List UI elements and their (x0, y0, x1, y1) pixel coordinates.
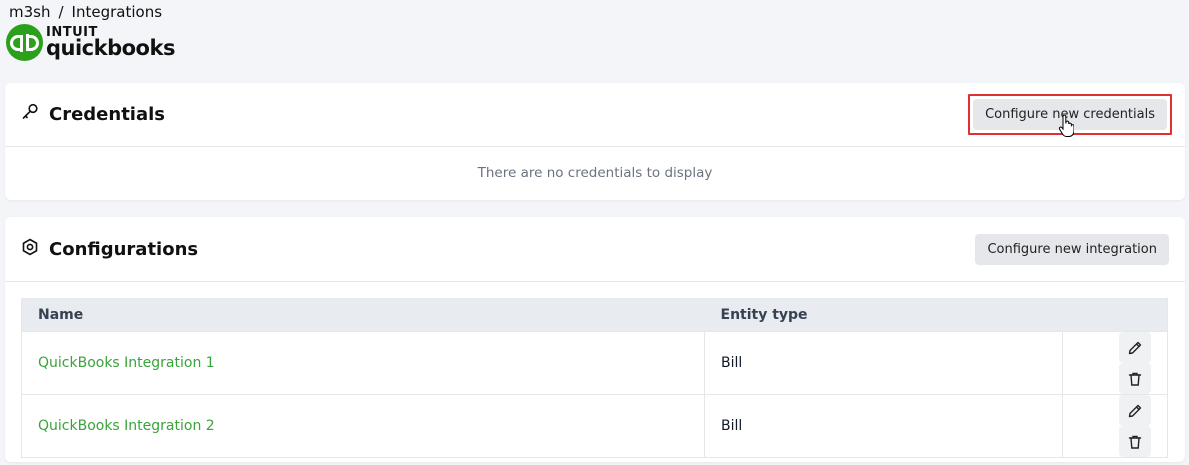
quickbooks-logo-icon (6, 24, 43, 61)
column-header-name: Name (21, 298, 705, 332)
credentials-empty-message: There are no credentials to display (477, 165, 713, 181)
credentials-title: Credentials (49, 104, 166, 125)
integration-name-link[interactable]: QuickBooks Integration 1 (38, 355, 215, 371)
hand-cursor-icon (1058, 114, 1075, 141)
configure-credentials-highlight: Configure new credentials (968, 94, 1172, 137)
pencil-icon (1128, 341, 1142, 354)
delete-button[interactable] (1119, 426, 1151, 457)
entity-type-cell: Bill (704, 331, 1063, 395)
key-icon (21, 103, 39, 126)
configurations-header: Configurations Configure new integration (5, 217, 1185, 282)
edit-button[interactable] (1119, 332, 1151, 363)
column-header-actions (1062, 298, 1168, 332)
breadcrumb-org[interactable]: m3sh (9, 3, 50, 21)
column-header-entity-type: Entity type (704, 298, 1063, 332)
configurations-table: Name Entity type QuickBooks Integration … (21, 298, 1168, 458)
table-row: QuickBooks Integration 1 Bill (21, 331, 1168, 395)
quickbooks-logo: INTUIT quickbooks (6, 24, 175, 61)
breadcrumb: m3sh / Integrations (9, 3, 162, 21)
logo-quickbooks-text: quickbooks (46, 36, 175, 60)
configurations-title: Configurations (49, 238, 199, 260)
credentials-card: Credentials Configure new credentials Th… (5, 83, 1185, 200)
edit-button[interactable] (1119, 395, 1151, 426)
configure-integration-button[interactable]: Configure new integration (975, 233, 1169, 265)
credentials-header: Credentials Configure new credentials (5, 83, 1185, 147)
entity-type-cell: Bill (704, 394, 1063, 458)
integration-name-link[interactable]: QuickBooks Integration 2 (38, 418, 215, 434)
hexagon-settings-icon (21, 238, 39, 261)
table-header-row: Name Entity type (21, 298, 1168, 332)
delete-button[interactable] (1119, 363, 1151, 394)
trash-icon (1128, 372, 1142, 386)
pencil-icon (1128, 404, 1142, 417)
breadcrumb-separator: / (58, 3, 64, 21)
table-row: QuickBooks Integration 2 Bill (21, 394, 1168, 458)
trash-icon (1128, 435, 1142, 449)
breadcrumb-current: Integrations (71, 3, 163, 21)
configurations-card: Configurations Configure new integration… (5, 217, 1185, 462)
